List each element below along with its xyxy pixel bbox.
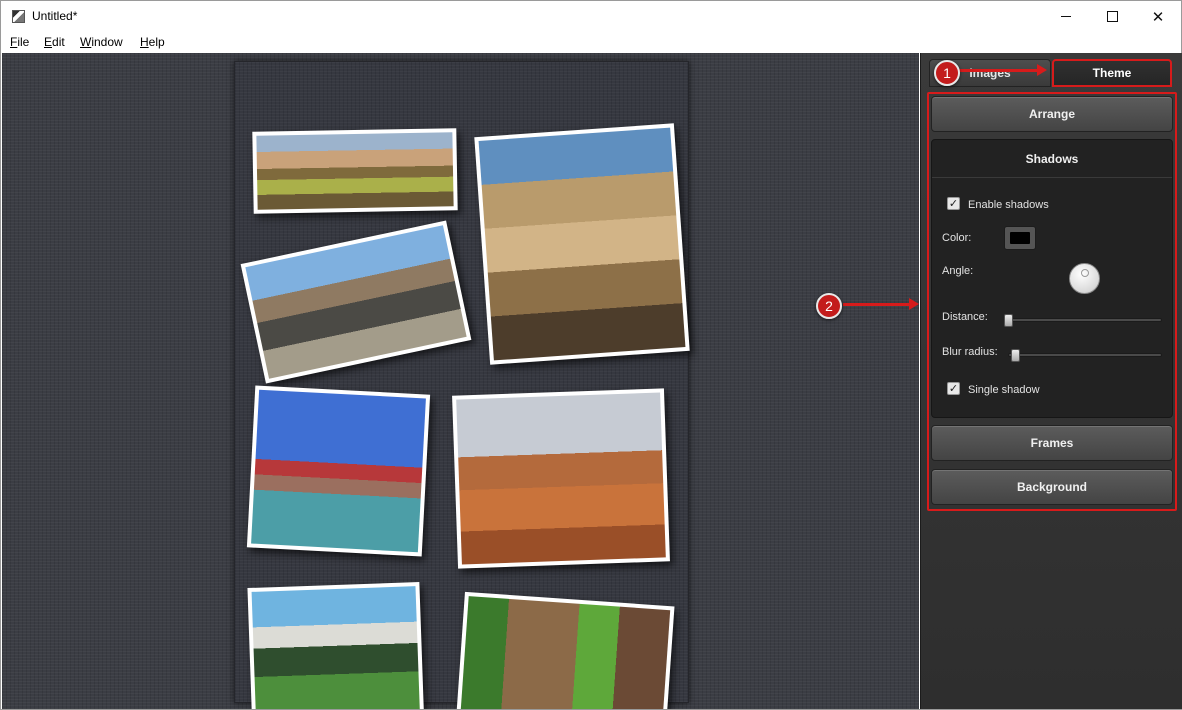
distance-label: Distance: bbox=[942, 311, 988, 323]
menu-edit-label: dit bbox=[52, 35, 65, 49]
menu-window-mnemonic: W bbox=[80, 35, 92, 49]
photo-deer-image bbox=[459, 596, 671, 709]
single-shadow-checkbox[interactable]: ✓ bbox=[947, 382, 960, 395]
title-bar: Untitled* ✕ bbox=[1, 1, 1181, 32]
arrange-section-button[interactable]: Arrange bbox=[931, 96, 1173, 132]
menu-bar: File Edit Window Help bbox=[1, 32, 1181, 53]
annotation-badge-1: 1 bbox=[934, 60, 960, 86]
annotation-badge-2: 2 bbox=[816, 293, 842, 319]
photo-deer[interactable] bbox=[455, 591, 675, 709]
photo-golden-gate-bridge[interactable] bbox=[246, 385, 431, 557]
single-shadow-label: Single shadow bbox=[968, 384, 1040, 396]
app-icon bbox=[12, 10, 25, 23]
close-button[interactable]: ✕ bbox=[1135, 1, 1181, 32]
app-window: Untitled* ✕ File Edit Window Help Images… bbox=[0, 0, 1182, 710]
menu-help[interactable]: Help bbox=[140, 35, 165, 49]
window-title: Untitled* bbox=[32, 9, 78, 23]
shadows-header[interactable]: Shadows bbox=[932, 140, 1172, 178]
background-label: Background bbox=[1016, 480, 1087, 494]
photo-golden-gate-bridge-image bbox=[251, 389, 426, 553]
annotation-arrow-2 bbox=[843, 298, 919, 310]
tab-theme[interactable]: Theme bbox=[1052, 59, 1172, 87]
menu-file[interactable]: File bbox=[10, 35, 29, 49]
shadow-color-fill bbox=[1010, 232, 1030, 244]
collage-canvas[interactable] bbox=[2, 53, 919, 709]
photo-canyon-badlands[interactable] bbox=[474, 123, 690, 365]
theme-panel: Images Theme Arrange Shadows ✓ Enable sh… bbox=[920, 53, 1182, 709]
minimize-button[interactable] bbox=[1043, 1, 1089, 32]
frames-section-button[interactable]: Frames bbox=[931, 425, 1173, 461]
distance-slider[interactable] bbox=[1004, 318, 1162, 322]
frames-label: Frames bbox=[1030, 436, 1074, 450]
background-section-button[interactable]: Background bbox=[931, 469, 1173, 505]
menu-window-label: indow bbox=[91, 35, 123, 49]
angle-label: Angle: bbox=[942, 265, 974, 277]
menu-help-mnemonic: H bbox=[140, 35, 149, 49]
photo-monument-valley[interactable] bbox=[452, 388, 670, 569]
photo-canyon-badlands-image bbox=[478, 127, 686, 361]
shadows-section: Shadows ✓ Enable shadows Color: Angle: D… bbox=[931, 139, 1173, 418]
distance-slider-thumb[interactable] bbox=[1004, 314, 1013, 327]
menu-edit[interactable]: Edit bbox=[44, 35, 65, 49]
enable-shadows-label: Enable shadows bbox=[968, 199, 1049, 211]
photo-monument-valley-image bbox=[456, 392, 666, 565]
menu-file-label: ile bbox=[17, 35, 30, 49]
blur-radius-slider-thumb[interactable] bbox=[1010, 349, 1020, 362]
shadow-color-picker[interactable] bbox=[1004, 226, 1036, 250]
arrange-label: Arrange bbox=[1028, 107, 1075, 121]
maximize-button[interactable] bbox=[1089, 1, 1135, 32]
photo-desert-dunes[interactable] bbox=[252, 128, 458, 214]
menu-window[interactable]: Window bbox=[80, 35, 123, 49]
menu-edit-mnemonic: E bbox=[44, 35, 53, 49]
enable-shadows-checkbox[interactable]: ✓ bbox=[947, 197, 960, 210]
photo-mountain-meadow-image bbox=[251, 586, 421, 709]
shadows-title: Shadows bbox=[1025, 151, 1079, 166]
annotation-arrow-1 bbox=[957, 64, 1047, 76]
photo-mountain-meadow[interactable] bbox=[247, 582, 425, 709]
photo-desert-dunes-image bbox=[256, 132, 454, 210]
color-label: Color: bbox=[942, 232, 972, 244]
angle-dial[interactable] bbox=[1069, 263, 1100, 294]
tab-theme-label: Theme bbox=[1092, 66, 1132, 80]
blur-radius-slider[interactable] bbox=[1008, 353, 1162, 357]
menu-help-label: elp bbox=[148, 35, 165, 49]
blur-radius-label: Blur radius: bbox=[942, 346, 998, 358]
